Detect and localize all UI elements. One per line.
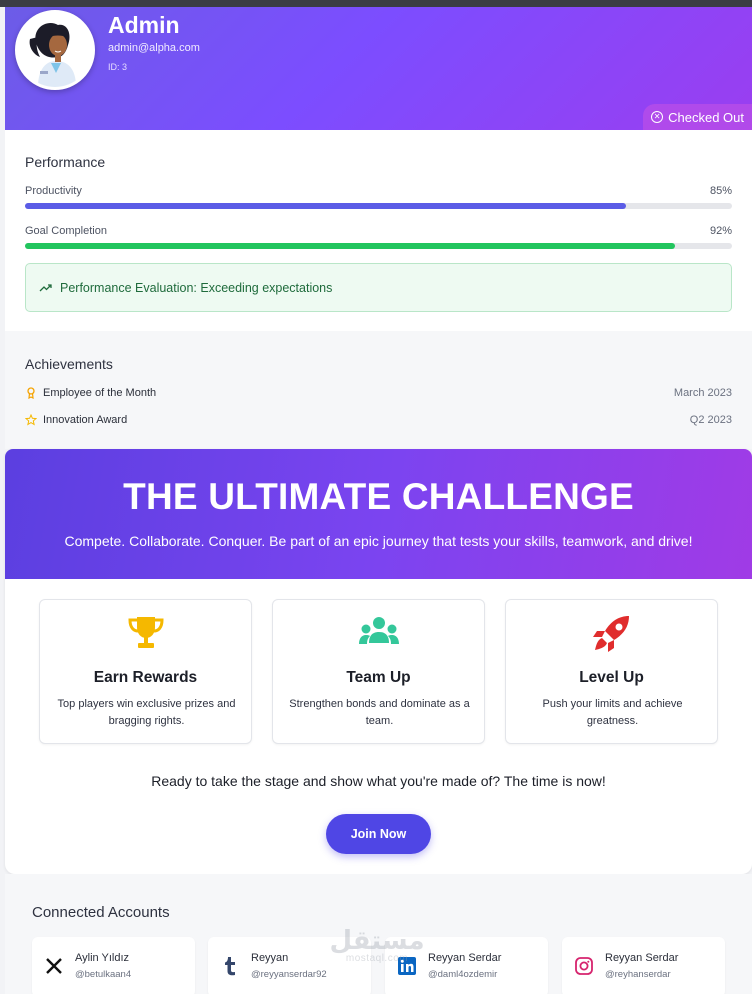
profile-email: admin@alpha.com (108, 42, 200, 54)
profile-name: Admin (108, 12, 180, 38)
challenge-card: THE ULTIMATE CHALLENGE Compete. Collabor… (5, 449, 752, 874)
join-now-button[interactable]: Join Now (326, 814, 431, 854)
goal-completion-value: 92% (709, 225, 732, 237)
avatar-illustration (18, 13, 92, 87)
feature-title: Earn Rewards (93, 669, 198, 686)
goal-completion-progress-track (25, 243, 732, 249)
feature-title: Level Up (579, 669, 644, 686)
connected-accounts-section: Connected Accounts Aylin Yıldız @betulka… (5, 874, 752, 994)
account-name: Aylin Yıldız (75, 952, 130, 964)
linkedin-icon (398, 957, 416, 975)
tumblr-icon (225, 957, 235, 976)
feature-description: Strengthen bonds and dominate as a team. (289, 698, 470, 727)
feature-title: Team Up (346, 669, 411, 686)
medal-icon (27, 387, 35, 399)
achievement-label: Innovation Award (43, 414, 128, 426)
account-handle: @betulkaan4 (75, 969, 132, 980)
challenge-cta-text: Ready to take the stage and show what yo… (151, 773, 606, 789)
account-name: Reyyan Serdar (605, 952, 679, 964)
feature-description: Top players win exclusive prizes and bra… (57, 698, 236, 727)
account-name: Reyyan (251, 952, 289, 964)
x-circle-icon: ✕ (651, 111, 664, 123)
account-handle: @reyyanserdar92 (251, 969, 327, 980)
challenge-hero: THE ULTIMATE CHALLENGE Compete. Collabor… (5, 449, 752, 579)
trophy-icon (127, 617, 164, 648)
achievements-title: Achievements (25, 356, 113, 372)
achievement-date: Q2 2023 (689, 414, 732, 426)
achievements-section: Achievements Employee of the Month March… (5, 331, 752, 449)
account-card[interactable]: Reyyan Serdar @daml4ozdemir (385, 937, 548, 994)
profile-header: Admin admin@alpha.com ID: 3 ✕ Checked Ou… (5, 7, 752, 130)
productivity-progress-track (25, 203, 732, 209)
browser-top-bar (0, 0, 752, 7)
status-badge: ✕ Checked Out (643, 104, 752, 130)
productivity-value: 85% (709, 185, 732, 197)
x-icon (46, 958, 62, 974)
star-icon (25, 414, 37, 426)
account-card[interactable]: Aylin Yıldız @betulkaan4 (32, 937, 195, 994)
productivity-progress-fill (25, 203, 626, 209)
productivity-label: Productivity (25, 185, 82, 197)
achievement-item: Employee of the Month March 2023 (25, 386, 732, 404)
goal-completion-progress-fill (25, 243, 676, 249)
feature-card-earn-rewards: Earn Rewards Top players win exclusive p… (39, 599, 252, 744)
performance-evaluation: Performance Evaluation: Exceeding expect… (25, 263, 732, 312)
feature-card-team-up: Team Up Strengthen bonds and dominate as… (272, 599, 485, 744)
achievement-label: Employee of the Month (43, 387, 157, 399)
account-handle: @daml4ozdemir (428, 969, 498, 980)
profile-id: ID: 3 (108, 62, 128, 72)
performance-title: Performance (25, 154, 106, 170)
performance-section: Performance Productivity 85% Goal Comple… (5, 130, 752, 331)
feature-description: Push your limits and achieve greatness. (542, 698, 683, 727)
achievement-date: March 2023 (673, 387, 732, 399)
avatar[interactable] (15, 10, 95, 90)
challenge-subtitle: Compete. Collaborate. Conquer. Be part o… (64, 533, 693, 549)
trending-up-icon (39, 283, 52, 291)
feature-card-level-up: Level Up Push your limits and achieve gr… (505, 599, 718, 744)
account-handle: @reyhanserdar (605, 969, 671, 980)
achievement-item: Innovation Award Q2 2023 (25, 413, 732, 431)
goal-completion-label: Goal Completion (25, 225, 107, 237)
account-name: Reyyan Serdar (428, 952, 502, 964)
users-icon (358, 617, 399, 644)
connected-accounts-title: Connected Accounts (32, 904, 170, 921)
account-card[interactable]: Reyyan @reyyanserdar92 (208, 937, 371, 994)
status-label: Checked Out (668, 109, 744, 125)
challenge-title: THE ULTIMATE CHALLENGE (123, 476, 634, 517)
evaluation-text: Performance Evaluation: Exceeding expect… (60, 280, 333, 295)
rocket-icon (592, 616, 629, 652)
instagram-icon (575, 957, 593, 975)
account-card[interactable]: Reyyan Serdar @reyhanserdar (562, 937, 725, 994)
